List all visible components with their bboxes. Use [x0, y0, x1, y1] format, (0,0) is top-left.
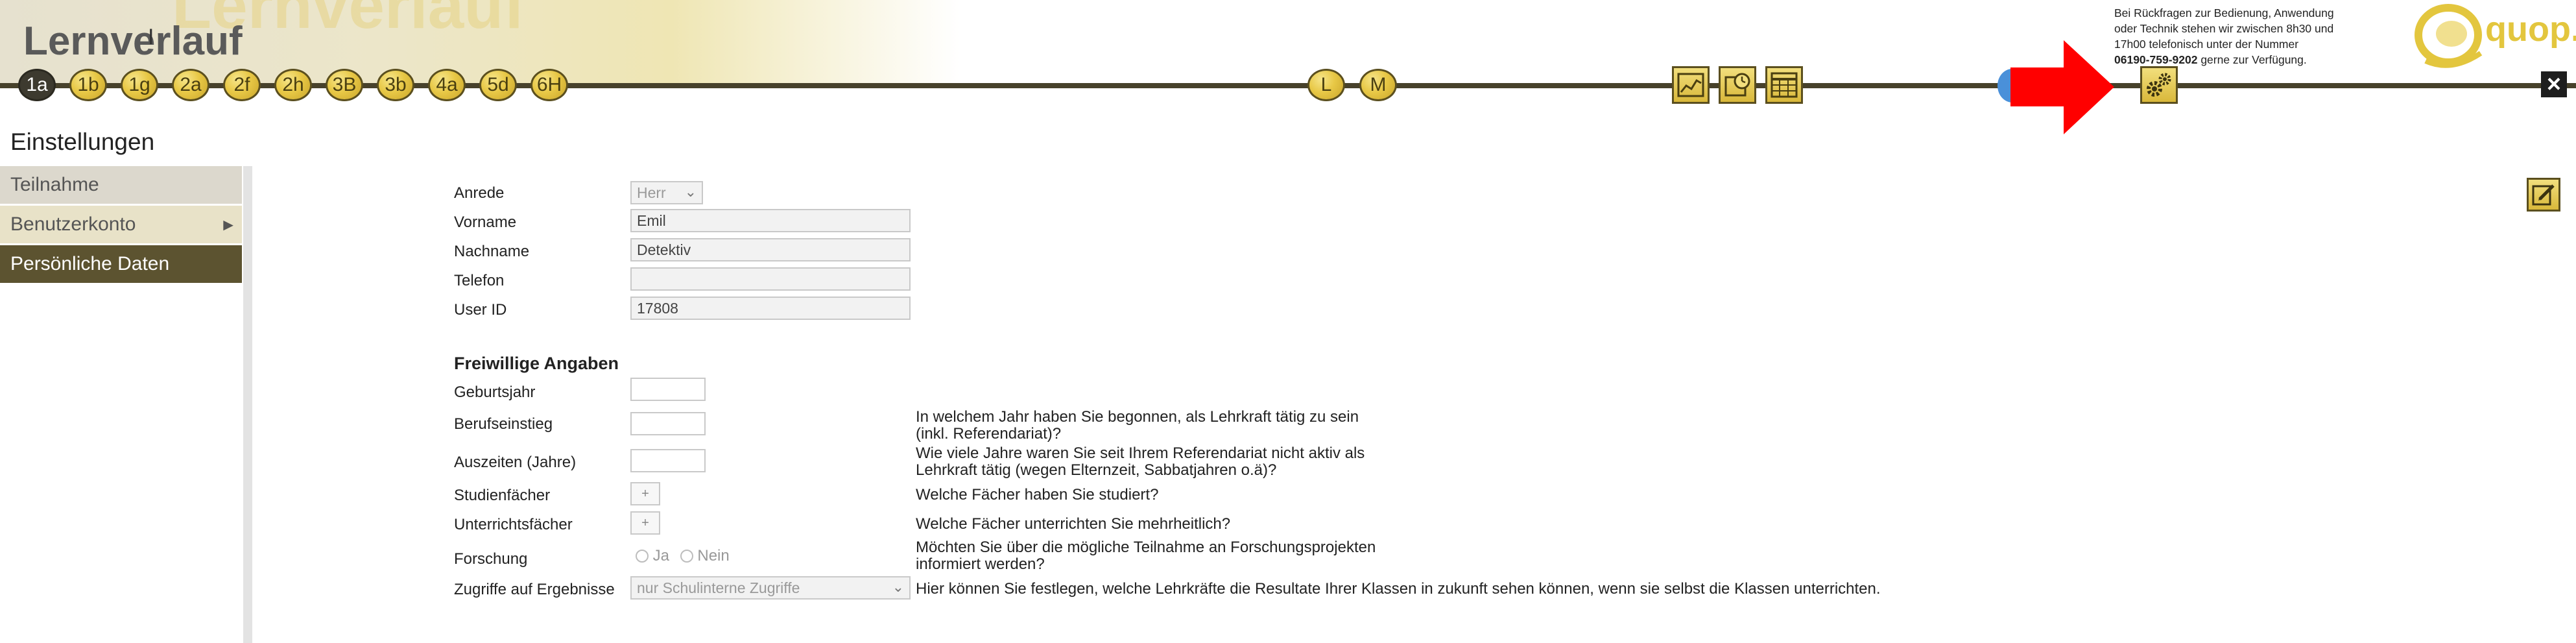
- calendar-button[interactable]: [1765, 66, 1803, 104]
- anrede-value: Herr: [637, 184, 666, 201]
- telefon-field[interactable]: [630, 267, 911, 291]
- sidebar-item-label: Benutzerkonto: [10, 213, 136, 235]
- sidebar-item-label: Persönliche Daten: [10, 253, 170, 274]
- class-node-2f[interactable]: 2f: [223, 69, 261, 101]
- unterrichtsfaecher-question: Welche Fächer unterrichten Sie mehrheitl…: [916, 515, 1231, 533]
- app-title: Lernverlauf: [23, 19, 243, 64]
- forschung-nein-radio[interactable]: [680, 550, 693, 563]
- forschung-ja-label: Ja: [652, 547, 670, 564]
- section-heading: Freiwillige Angaben: [454, 354, 619, 373]
- support-line-4-rest: gerne zur Verfügung.: [2197, 53, 2307, 66]
- forschung-question: Möchten Sie über die mögliche Teilnahme …: [916, 539, 1376, 573]
- text-cursor-icon: I: [148, 25, 154, 49]
- node-M[interactable]: M: [1359, 69, 1397, 101]
- question-line: (inkl. Referendariat)?: [916, 425, 1062, 443]
- sidebar-item-persoenliche-daten[interactable]: Persönliche Daten: [0, 245, 242, 285]
- zugriffe-select[interactable]: nur Schulinterne Zugriffe ⌄: [630, 576, 911, 600]
- support-line-1: Bei Rückfragen zur Bedienung, Anwendung: [2114, 6, 2334, 19]
- page-title: Einstellungen: [10, 128, 155, 155]
- support-notice: Bei Rückfragen zur Bedienung, Anwendung …: [2114, 5, 2387, 67]
- zugriffe-label: Zugriffe auf Ergebnisse: [454, 581, 615, 598]
- anrede-label: Anrede: [454, 184, 505, 202]
- class-node-2a[interactable]: 2a: [172, 69, 209, 101]
- forschung-label: Forschung: [454, 550, 528, 568]
- question-line: Wie viele Jahre waren Sie seit Ihrem Ref…: [916, 444, 1365, 462]
- red-arrow-annotation: [2010, 40, 2114, 134]
- schedule-button[interactable]: [1719, 66, 1756, 104]
- sidebar-item-teilnahme[interactable]: Teilnahme: [0, 166, 242, 206]
- class-node-3b[interactable]: 3b: [377, 69, 414, 101]
- settings-button[interactable]: [2140, 66, 2178, 104]
- question-line: Möchten Sie über die mögliche Teilnahme …: [916, 539, 1376, 556]
- berufseinstieg-question: In welchem Jahr haben Sie begonnen, als …: [916, 409, 1359, 443]
- support-line-4: 06190-759-9202 gerne zur Verfügung.: [2114, 52, 2387, 67]
- sidebar-item-benutzerkonto[interactable]: Benutzerkonto ►: [0, 206, 242, 245]
- chart-button[interactable]: [1672, 66, 1710, 104]
- class-node-1a[interactable]: 1a: [18, 69, 56, 101]
- anrede-select[interactable]: Herr ⌄: [630, 181, 703, 204]
- logo-swirl-icon: [2415, 4, 2483, 68]
- sidebar: Teilnahme Benutzerkonto ► Persönliche Da…: [0, 166, 242, 285]
- support-line-2: oder Technik stehen wir zwischen 8h30 un…: [2114, 22, 2334, 35]
- support-line-3: 17h00 telefonisch unter der Nummer: [2114, 38, 2299, 51]
- userid-label: User ID: [454, 301, 507, 319]
- class-node-2h[interactable]: 2h: [274, 69, 312, 101]
- class-node-4a[interactable]: 4a: [428, 69, 466, 101]
- forschung-nein-label: Nein: [697, 547, 730, 564]
- userid-field[interactable]: 17808: [630, 297, 911, 320]
- berufseinstieg-field[interactable]: [630, 412, 706, 435]
- studienfaecher-question: Welche Fächer haben Sie studiert?: [916, 486, 1159, 503]
- add-studienfach-button[interactable]: +: [630, 482, 660, 505]
- forschung-ja-radio[interactable]: [636, 550, 649, 563]
- zugriffe-question: Hier können Sie festlegen, welche Lehrkr…: [916, 580, 1881, 598]
- zugriffe-value: nur Schulinterne Zugriffe: [637, 579, 800, 596]
- vorname-field[interactable]: Emil: [630, 209, 911, 232]
- auszeiten-field[interactable]: [630, 449, 706, 472]
- header: Lernverlauf Lernverlauf I 1a 1b 1g 2a 2f…: [0, 0, 2576, 134]
- close-button[interactable]: ×: [2541, 71, 2567, 98]
- edit-pencil-icon: [2532, 184, 2555, 206]
- auszeiten-question: Wie viele Jahre waren Sie seit Ihrem Ref…: [916, 445, 1365, 479]
- question-line: Lehrkraft tätig (wegen Elternzeit, Sabba…: [916, 461, 1277, 479]
- geburtsjahr-label: Geburtsjahr: [454, 383, 536, 401]
- add-unterrichtsfach-button[interactable]: +: [630, 511, 660, 535]
- telefon-label: Telefon: [454, 272, 505, 289]
- sidebar-item-label: Teilnahme: [10, 174, 99, 195]
- class-node-1b[interactable]: 1b: [69, 69, 107, 101]
- quop-logo: quop.: [2413, 1, 2576, 73]
- logo-text: quop.: [2485, 10, 2576, 49]
- class-node-5d[interactable]: 5d: [479, 69, 517, 101]
- berufseinstieg-label: Berufseinstieg: [454, 415, 553, 433]
- geburtsjahr-field[interactable]: [630, 378, 706, 401]
- studienfaecher-label: Studienfächer: [454, 487, 551, 504]
- nachname-field[interactable]: Detektiv: [630, 238, 911, 261]
- unterrichtsfaecher-label: Unterrichtsfächer: [454, 516, 573, 533]
- sidebar-divider: [243, 166, 252, 643]
- forschung-radio-group: Ja Nein: [636, 547, 730, 565]
- class-node-1g[interactable]: 1g: [121, 69, 158, 101]
- question-line: In welchem Jahr haben Sie begonnen, als …: [916, 408, 1359, 426]
- vorname-label: Vorname: [454, 213, 517, 231]
- auszeiten-label: Auszeiten (Jahre): [454, 454, 577, 471]
- nachname-label: Nachname: [454, 243, 530, 260]
- class-node-3B[interactable]: 3B: [326, 69, 363, 101]
- calendar-grid-icon: [1771, 72, 1798, 98]
- chevron-down-icon: ⌄: [892, 579, 904, 595]
- node-L[interactable]: L: [1307, 69, 1345, 101]
- chevron-down-icon: ⌄: [684, 184, 697, 200]
- clock-calendar-icon: [1724, 73, 1750, 97]
- class-node-6H[interactable]: 6H: [531, 69, 568, 101]
- chart-icon: [1677, 73, 1704, 97]
- edit-button[interactable]: [2527, 178, 2560, 212]
- submenu-arrow-icon: ►: [220, 215, 237, 234]
- question-line: informiert werden?: [916, 555, 1045, 573]
- gears-icon: [2147, 73, 2171, 97]
- support-phone: 06190-759-9202: [2114, 53, 2198, 66]
